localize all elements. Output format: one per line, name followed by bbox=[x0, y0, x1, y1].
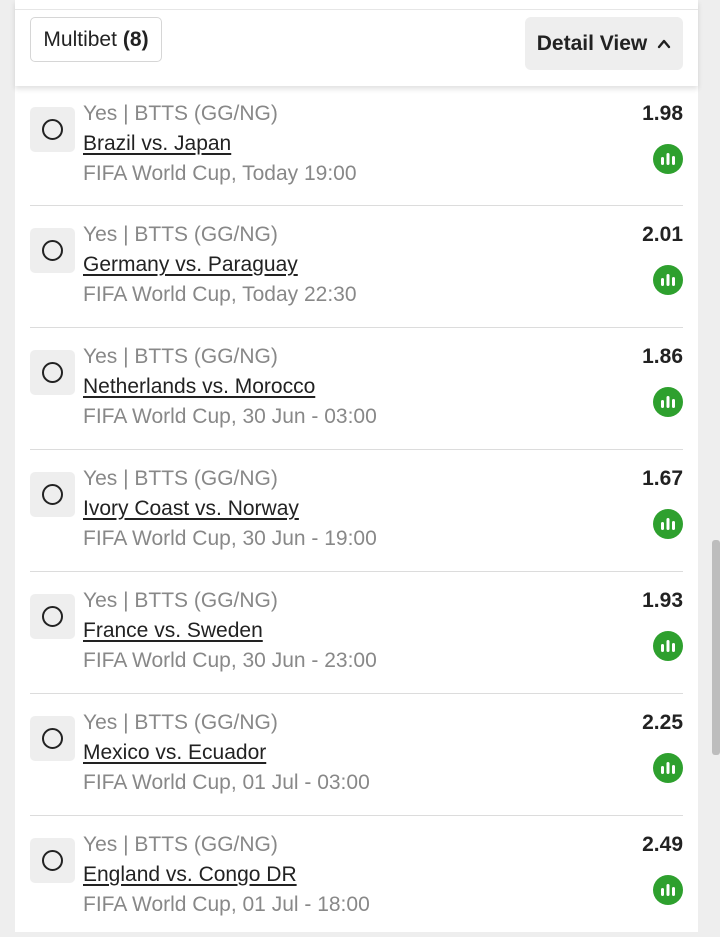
bet-selection-row: Yes | BTTS (GG/NG) Mexico vs. Ecuador FI… bbox=[30, 694, 683, 816]
scrollbar-thumb[interactable] bbox=[712, 540, 720, 755]
event-info: FIFA World Cup, 30 Jun - 03:00 bbox=[83, 405, 377, 428]
divider bbox=[15, 9, 698, 10]
match-link[interactable]: England vs. Congo DR bbox=[83, 860, 370, 890]
stats-button[interactable] bbox=[653, 875, 683, 905]
select-radio[interactable] bbox=[30, 838, 75, 883]
event-info: FIFA World Cup, Today 22:30 bbox=[83, 283, 357, 306]
bet-selection-row: Yes | BTTS (GG/NG) Ivory Coast vs. Norwa… bbox=[30, 450, 683, 572]
radio-circle-icon bbox=[42, 119, 63, 140]
odds-value: 1.86 bbox=[642, 345, 683, 368]
bar-chart-icon bbox=[661, 762, 675, 774]
market-label: Yes | BTTS (GG/NG) bbox=[83, 711, 278, 734]
bar-chart-icon bbox=[661, 396, 675, 408]
betslip-header: Multibet (8) Detail View bbox=[15, 0, 698, 86]
odds-value: 1.67 bbox=[642, 467, 683, 490]
match-link[interactable]: Netherlands vs. Morocco bbox=[83, 372, 377, 402]
stats-button[interactable] bbox=[653, 631, 683, 661]
bet-selection-row: Yes | BTTS (GG/NG) Brazil vs. Japan FIFA… bbox=[30, 86, 683, 206]
detail-view-label: Detail View bbox=[536, 31, 648, 55]
match-link[interactable]: Mexico vs. Ecuador bbox=[83, 738, 370, 768]
match-link[interactable]: Germany vs. Paraguay bbox=[83, 250, 357, 280]
odds-value: 2.01 bbox=[642, 223, 683, 246]
select-radio[interactable] bbox=[30, 472, 75, 517]
event-info: FIFA World Cup, Today 19:00 bbox=[83, 162, 357, 185]
select-radio[interactable] bbox=[30, 228, 75, 273]
radio-circle-icon bbox=[42, 484, 63, 505]
bet-selection-row: Yes | BTTS (GG/NG) France vs. Sweden FIF… bbox=[30, 572, 683, 694]
radio-circle-icon bbox=[42, 362, 63, 383]
match-link[interactable]: Brazil vs. Japan bbox=[83, 129, 357, 159]
odds-value: 1.98 bbox=[642, 102, 683, 125]
odds-value: 1.93 bbox=[642, 589, 683, 612]
bet-selection-list: Yes | BTTS (GG/NG) Brazil vs. Japan FIFA… bbox=[30, 86, 683, 937]
market-label: Yes | BTTS (GG/NG) bbox=[83, 345, 278, 368]
event-info: FIFA World Cup, 30 Jun - 19:00 bbox=[83, 527, 377, 550]
bet-selection-row: Yes | BTTS (GG/NG) England vs. Congo DR … bbox=[30, 816, 683, 937]
event-info: FIFA World Cup, 01 Jul - 03:00 bbox=[83, 771, 370, 794]
event-info: FIFA World Cup, 01 Jul - 18:00 bbox=[83, 893, 370, 916]
event-info: FIFA World Cup, 30 Jun - 23:00 bbox=[83, 649, 377, 672]
market-label: Yes | BTTS (GG/NG) bbox=[83, 833, 278, 856]
market-label: Yes | BTTS (GG/NG) bbox=[83, 467, 278, 490]
market-label: Yes | BTTS (GG/NG) bbox=[83, 223, 278, 246]
bar-chart-icon bbox=[661, 518, 675, 530]
odds-value: 2.25 bbox=[642, 711, 683, 734]
radio-circle-icon bbox=[42, 728, 63, 749]
chevron-up-icon bbox=[658, 39, 671, 48]
odds-value: 2.49 bbox=[642, 833, 683, 856]
match-link[interactable]: Ivory Coast vs. Norway bbox=[83, 494, 377, 524]
radio-circle-icon bbox=[42, 240, 63, 261]
stats-button[interactable] bbox=[653, 753, 683, 783]
bar-chart-icon bbox=[661, 884, 675, 896]
bar-chart-icon bbox=[661, 153, 675, 165]
bet-selection-row: Yes | BTTS (GG/NG) Germany vs. Paraguay … bbox=[30, 206, 683, 328]
bar-chart-icon bbox=[661, 274, 675, 286]
bar-chart-icon bbox=[661, 640, 675, 652]
stats-button[interactable] bbox=[653, 144, 683, 174]
select-radio[interactable] bbox=[30, 107, 75, 152]
select-radio[interactable] bbox=[30, 594, 75, 639]
radio-circle-icon bbox=[42, 850, 63, 871]
radio-circle-icon bbox=[42, 606, 63, 627]
select-radio[interactable] bbox=[30, 716, 75, 761]
select-radio[interactable] bbox=[30, 350, 75, 395]
market-label: Yes | BTTS (GG/NG) bbox=[83, 589, 278, 612]
multibet-tab[interactable]: Multibet (8) bbox=[30, 17, 162, 62]
multibet-label: Multibet bbox=[43, 27, 117, 51]
bet-selection-row: Yes | BTTS (GG/NG) Netherlands vs. Moroc… bbox=[30, 328, 683, 450]
detail-view-toggle[interactable]: Detail View bbox=[525, 17, 683, 70]
match-link[interactable]: France vs. Sweden bbox=[83, 616, 377, 646]
stats-button[interactable] bbox=[653, 387, 683, 417]
multibet-count: (8) bbox=[122, 27, 149, 51]
stats-button[interactable] bbox=[653, 509, 683, 539]
market-label: Yes | BTTS (GG/NG) bbox=[83, 102, 278, 125]
stats-button[interactable] bbox=[653, 265, 683, 295]
